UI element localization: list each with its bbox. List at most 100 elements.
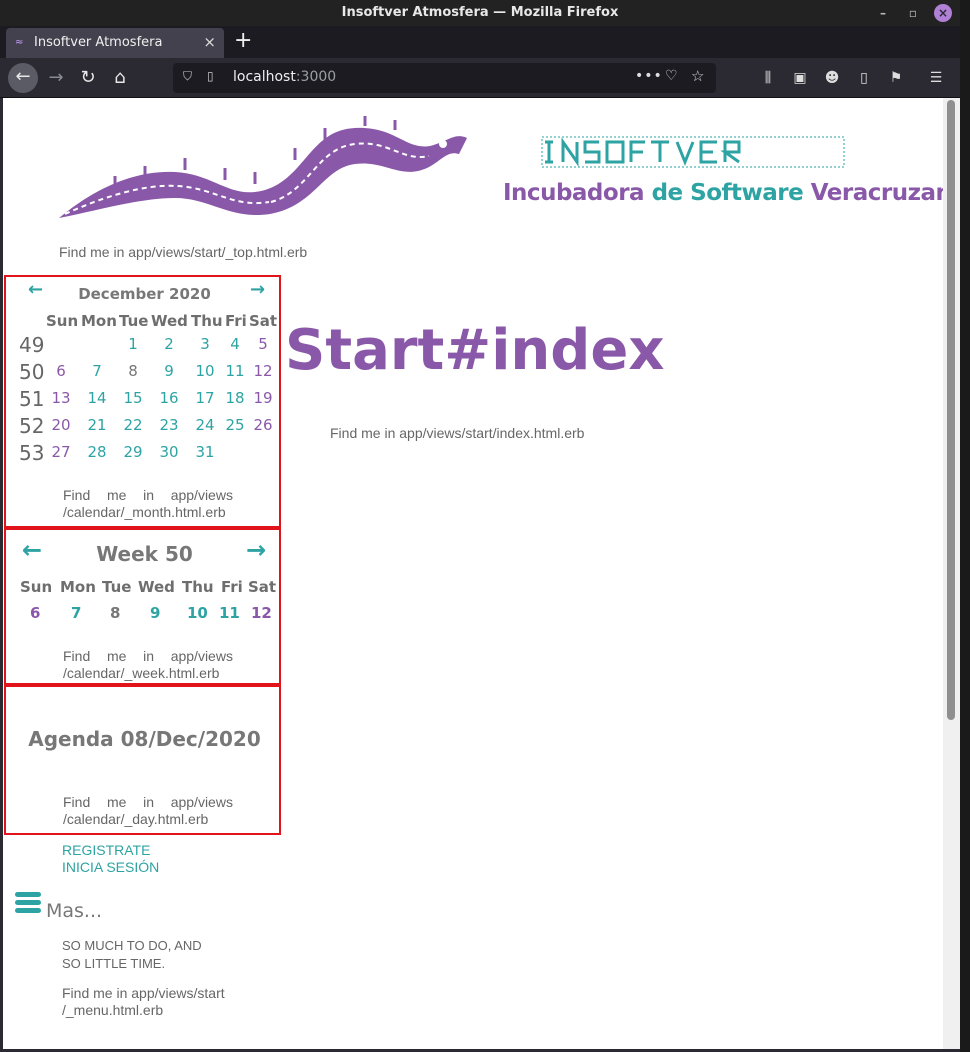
- find-me-menu: Find me in app/views/start /_menu.html.e…: [62, 985, 225, 1018]
- week-number[interactable]: 52: [19, 414, 44, 438]
- week-day[interactable]: 9: [150, 604, 160, 622]
- week-day[interactable]: 8: [110, 604, 120, 622]
- weekday-header: Wed: [138, 578, 175, 596]
- week-number[interactable]: 49: [19, 333, 44, 357]
- close-window-icon[interactable]: ×: [934, 4, 952, 22]
- month-day[interactable]: 10: [190, 362, 220, 380]
- weekday-header: Fri: [221, 578, 243, 596]
- page-title: Start#index: [285, 318, 665, 383]
- month-day[interactable]: 9: [154, 362, 184, 380]
- month-title: December 2020: [78, 285, 211, 303]
- month-day[interactable]: 24: [190, 416, 220, 434]
- month-day[interactable]: 23: [154, 416, 184, 434]
- url-bar[interactable]: ⛉ ▯ localhost:3000 ••• ♡ ☆: [173, 63, 716, 93]
- month-day[interactable]: 16: [154, 389, 184, 407]
- month-day[interactable]: 11: [220, 362, 250, 380]
- page-scrollbar[interactable]: [943, 98, 960, 1049]
- find-me-month: Find me in app/views /calendar/_month.html.…: [63, 487, 233, 520]
- scrollbar-thumb[interactable]: [947, 100, 955, 720]
- month-day[interactable]: 6: [46, 362, 76, 380]
- month-calendar: ← December 2020 → Sun Mon Tue Wed Thu Fr…: [4, 275, 281, 528]
- month-day[interactable]: 2: [154, 335, 184, 353]
- month-day[interactable]: 1: [118, 335, 148, 353]
- tagline: Incubadora de Software Veracruzana: [503, 180, 943, 206]
- month-day[interactable]: 18: [220, 389, 250, 407]
- tab-strip: ≈ Insoftver Atmosfera × +: [0, 26, 960, 58]
- extension-flag-icon[interactable]: ⚑: [886, 68, 906, 88]
- page-viewport: Incubadora de Software Veracruzana Find …: [3, 98, 943, 1049]
- library-icon[interactable]: ⫼: [758, 68, 778, 88]
- home-icon[interactable]: ⌂: [106, 64, 134, 92]
- month-day[interactable]: 28: [82, 443, 112, 461]
- page-info-icon[interactable]: ▯: [207, 69, 214, 83]
- month-day[interactable]: 31: [190, 443, 220, 461]
- month-day[interactable]: 21: [82, 416, 112, 434]
- pocket-icon[interactable]: ♡: [665, 68, 678, 84]
- find-me-index: Find me in app/views/start/index.html.er…: [330, 425, 585, 441]
- month-day[interactable]: 29: [118, 443, 148, 461]
- month-day[interactable]: 30: [154, 443, 184, 461]
- month-day[interactable]: 3: [190, 335, 220, 353]
- month-day[interactable]: 8: [118, 362, 148, 380]
- account-links: REGISTRATE INICIA SESIÓN: [62, 842, 159, 876]
- week-day[interactable]: 11: [219, 604, 240, 622]
- new-tab-icon[interactable]: +: [234, 28, 252, 54]
- weekday-header: Thu: [191, 312, 223, 330]
- favicon-icon: ≈: [15, 37, 24, 48]
- week-number[interactable]: 51: [19, 387, 44, 411]
- tab-close-icon[interactable]: ×: [203, 33, 216, 51]
- page-actions-icon[interactable]: •••: [635, 68, 663, 84]
- next-month-arrow-icon[interactable]: →: [250, 279, 265, 300]
- weekday-header: Mon: [60, 578, 96, 596]
- month-day[interactable]: 13: [46, 389, 76, 407]
- day-agenda: Agenda 08/Dec/2020 Find me in app/views /ca…: [4, 685, 281, 835]
- motto-text: SO MUCH TO DO, AND SO LITTLE TIME.: [62, 938, 202, 971]
- week-number[interactable]: 53: [19, 441, 44, 465]
- responsive-design-icon[interactable]: ▯: [854, 68, 874, 88]
- month-day[interactable]: 4: [220, 335, 250, 353]
- find-me-day: Find me in app/views /calendar/_day.html.er…: [63, 794, 233, 827]
- week-day[interactable]: 6: [30, 604, 40, 622]
- month-day[interactable]: 25: [220, 416, 250, 434]
- week-calendar: ← Week 50 → Sun Mon Tue Wed Thu Fri Sat …: [4, 528, 281, 685]
- back-icon[interactable]: ←: [8, 63, 38, 93]
- weekday-header: Thu: [182, 578, 214, 596]
- sidebar-icon[interactable]: ▣: [790, 68, 810, 88]
- week-day[interactable]: 12: [251, 604, 272, 622]
- shield-icon[interactable]: ⛉: [183, 69, 192, 84]
- url-text[interactable]: localhost:3000: [233, 69, 336, 85]
- weekday-header: Wed: [151, 312, 188, 330]
- month-day[interactable]: 5: [248, 335, 278, 353]
- weekday-header: Mon: [81, 312, 117, 330]
- month-day[interactable]: 19: [248, 389, 278, 407]
- next-week-arrow-icon[interactable]: →: [246, 536, 266, 564]
- month-day[interactable]: 26: [248, 416, 278, 434]
- week-day[interactable]: 10: [187, 604, 208, 622]
- minimize-icon[interactable]: –: [874, 4, 892, 22]
- login-link[interactable]: INICIA SESIÓN: [62, 859, 159, 876]
- register-link[interactable]: REGISTRATE: [62, 842, 159, 859]
- weekday-header: Tue: [102, 578, 132, 596]
- bookmark-star-icon[interactable]: ☆: [691, 67, 704, 85]
- month-day[interactable]: 12: [248, 362, 278, 380]
- month-day[interactable]: 22: [118, 416, 148, 434]
- tab-insoftver[interactable]: ≈ Insoftver Atmosfera ×: [6, 28, 224, 58]
- month-day[interactable]: 17: [190, 389, 220, 407]
- month-day[interactable]: 20: [46, 416, 76, 434]
- month-day[interactable]: 15: [118, 389, 148, 407]
- hamburger-menu-icon[interactable]: [15, 892, 41, 914]
- maximize-icon[interactable]: ▫: [904, 4, 922, 22]
- menu-icon[interactable]: ☰: [926, 68, 946, 88]
- find-me-top: Find me in app/views/start/_top.html.erb: [59, 244, 308, 260]
- agenda-title: Agenda 08/Dec/2020: [28, 727, 261, 751]
- month-day[interactable]: 27: [46, 443, 76, 461]
- month-day[interactable]: 7: [82, 362, 112, 380]
- weekday-header: Sat: [249, 312, 278, 330]
- more-menu-label[interactable]: Mas...: [46, 900, 102, 922]
- month-day[interactable]: 14: [82, 389, 112, 407]
- week-number[interactable]: 50: [19, 360, 44, 384]
- week-day[interactable]: 7: [71, 604, 81, 622]
- reload-icon[interactable]: ↻: [74, 64, 102, 92]
- forward-icon[interactable]: →: [42, 64, 70, 92]
- extension-avatar-icon[interactable]: ☻: [822, 68, 842, 88]
